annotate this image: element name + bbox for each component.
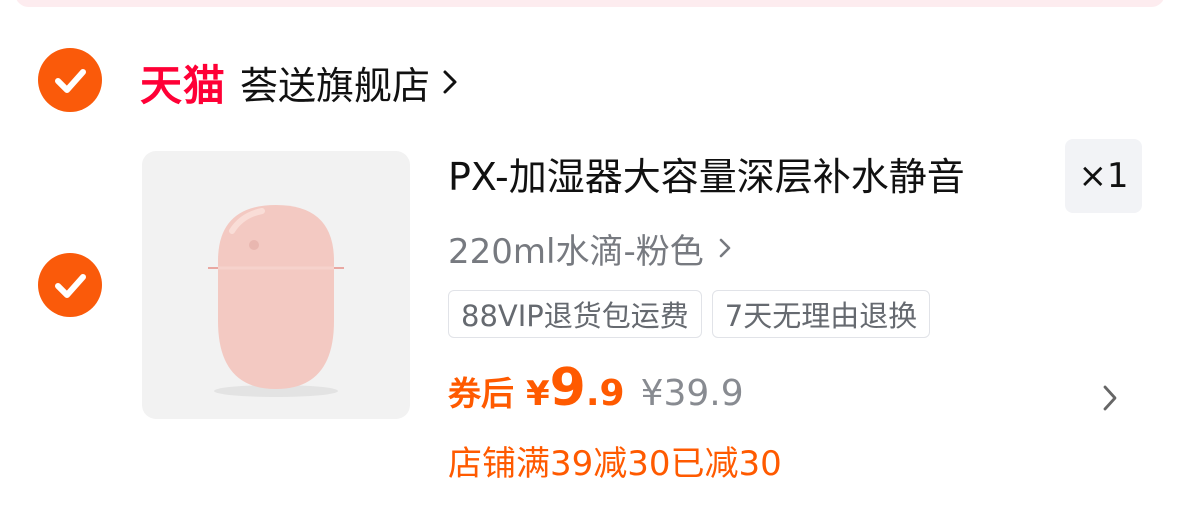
checkmark-icon: [55, 274, 86, 298]
chevron-right-icon: [718, 236, 732, 260]
chevron-right-icon: [442, 68, 458, 96]
variant-selector[interactable]: 220ml水滴-粉色: [448, 222, 732, 274]
humidifier-illustration: [208, 205, 344, 397]
quantity-badge[interactable]: ×1: [1065, 139, 1142, 213]
service-tag: 7天无理由退换: [711, 290, 931, 338]
promo-text: 店铺满39减30已减30: [448, 444, 782, 484]
product-title[interactable]: PX-加湿器大容量深层补水静音: [448, 150, 965, 204]
shop-header[interactable]: 天猫 荟送旗舰店: [140, 52, 458, 112]
tmall-logo: 天猫: [140, 60, 227, 110]
checkmark-icon: [55, 69, 86, 93]
service-tags: 88VIP退货包运费 7天无理由退换: [448, 290, 931, 338]
price-row: 券后 ¥ 9 .9 ¥39.9: [448, 358, 744, 430]
shop-select-checkbox[interactable]: [38, 48, 102, 112]
previous-card-edge: [15, 0, 1165, 7]
item-select-checkbox[interactable]: [38, 253, 102, 317]
shop-name[interactable]: 荟送旗舰店: [240, 55, 430, 110]
service-tag: 88VIP退货包运费: [448, 290, 702, 338]
currency-symbol: ¥: [526, 374, 550, 414]
product-image[interactable]: [142, 151, 410, 419]
price-prefix: 券后: [448, 374, 514, 413]
chevron-right-icon[interactable]: [1100, 382, 1120, 418]
price-integer: 9: [549, 358, 586, 418]
price-decimal: .9: [585, 373, 625, 414]
original-price: ¥39.9: [640, 373, 744, 414]
variant-label: 220ml水滴-粉色: [448, 231, 704, 272]
